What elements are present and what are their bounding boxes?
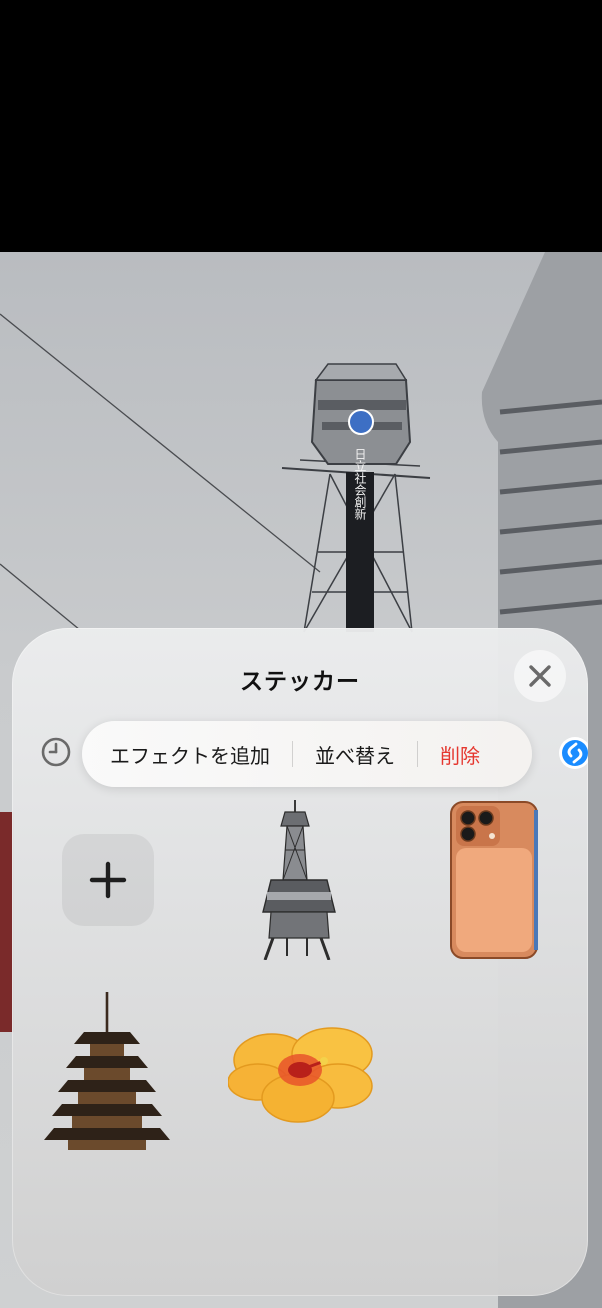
sticker-sheet: ステッカー エフェクトを追加 並べ替え 削除: [12, 628, 588, 1296]
sheet-title: ステッカー: [240, 669, 360, 695]
plus-icon: [89, 861, 127, 899]
delete-button[interactable]: 削除: [440, 740, 480, 769]
pagoda-sticker[interactable]: [44, 992, 170, 1152]
close-button[interactable]: [514, 650, 566, 702]
tower-sign-text: 日立社会創新: [353, 448, 367, 520]
menu-divider: [417, 741, 418, 767]
add-effect-button[interactable]: エフェクトを追加: [110, 740, 270, 769]
menu-divider: [292, 741, 293, 767]
clock-icon[interactable]: [40, 736, 72, 768]
sticker-context-menu: エフェクトを追加 並べ替え 削除: [82, 721, 532, 787]
shazam-icon[interactable]: [558, 736, 588, 770]
reorder-button[interactable]: 並べ替え: [315, 740, 395, 769]
add-sticker-button[interactable]: [62, 834, 154, 926]
close-icon: [529, 665, 551, 687]
hibiscus-sticker[interactable]: [228, 1020, 376, 1124]
phone-case-sticker[interactable]: [448, 800, 540, 960]
tower-sticker[interactable]: [257, 800, 347, 960]
